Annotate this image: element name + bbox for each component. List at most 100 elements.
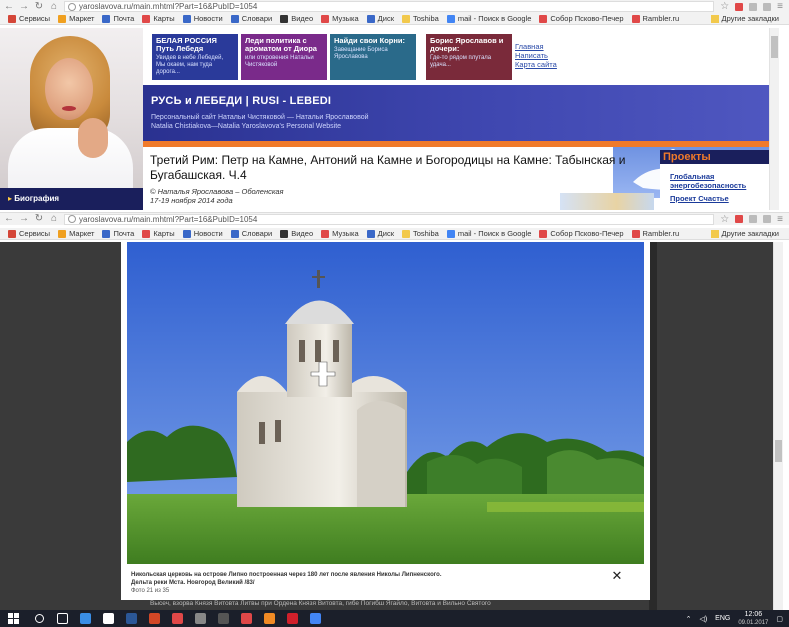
bookmark-item[interactable]: mail - Поиск в Google	[446, 14, 531, 23]
menu-icon[interactable]: ≡	[777, 214, 783, 225]
orange-divider	[143, 141, 769, 147]
store-icon-glyph	[102, 613, 114, 624]
bookmark-item[interactable]: Собор Псково-Печер	[539, 229, 624, 238]
network-icon[interactable]: ⌃	[686, 615, 692, 623]
other-bookmarks[interactable]: Другие закладки	[710, 14, 779, 23]
bookmark-item[interactable]: Словари	[230, 229, 272, 238]
word-icon[interactable]	[123, 610, 139, 627]
promo-tile-title: Борис Ярославов и дочери:	[430, 36, 504, 53]
language-indicator[interactable]: ENG	[715, 615, 730, 622]
promo-tile[interactable]: Найди свои Корни: Завещание Бориса Яросла…	[330, 34, 416, 80]
promo-tile[interactable]: Борис Ярославов и дочери: Где-то рядом пл…	[426, 34, 512, 80]
volume-icon[interactable]: ◁)	[699, 615, 707, 623]
top-links: Главная Написать Карта сайта	[515, 42, 557, 69]
scrollbar-thumb-top[interactable]	[771, 36, 778, 58]
address-text: yaroslavova.ru/main.mhtml?Part=16&PubID=…	[79, 214, 258, 224]
bookmark-item[interactable]: Новости	[182, 229, 223, 238]
menu-icon[interactable]: ≡	[777, 1, 783, 12]
scrollbar-top[interactable]	[769, 28, 779, 210]
bookmark-item[interactable]: Музыка	[321, 14, 359, 23]
bookmark-item[interactable]: Диск	[366, 229, 394, 238]
project-link-happiness[interactable]: Проект Счастье	[670, 194, 729, 203]
promo-tile[interactable]: Леди политика с ароматом от Диора или отк…	[241, 34, 327, 80]
extension-icon-2[interactable]	[749, 215, 758, 223]
extension-icon-2[interactable]	[749, 2, 758, 11]
extension-icon-3[interactable]	[763, 215, 772, 223]
bookmark-item[interactable]: Toshiba	[401, 14, 439, 23]
app-icon[interactable]	[192, 610, 208, 627]
top-link-home[interactable]: Главная	[515, 42, 557, 51]
map-thumbnail[interactable]	[560, 193, 654, 210]
bookmark-item[interactable]: Карты	[142, 229, 175, 238]
reload-icon[interactable]: ↻	[33, 1, 45, 13]
reload-icon[interactable]: ↻	[33, 213, 45, 225]
extension-icon[interactable]	[735, 2, 744, 11]
bookmark-item[interactable]: Toshiba	[401, 229, 439, 238]
home-icon[interactable]: ⌂	[48, 213, 60, 225]
yandex-icon[interactable]	[169, 610, 185, 627]
bookmark-item[interactable]: Сервисы	[8, 229, 50, 238]
clock[interactable]: 12:06 09.01.2017	[738, 611, 768, 627]
bookmark-item[interactable]: Карты	[142, 14, 175, 23]
promo-tile[interactable]: БЕЛАЯ РОССИЯ Путь Лебедя Увидев в небе Ле…	[152, 34, 238, 80]
project-link-energy[interactable]: Глобальная энергобезопасность	[670, 172, 765, 190]
bookmark-label: Новости	[193, 229, 223, 238]
bookmark-item[interactable]: Маркет	[58, 14, 94, 23]
bookmark-item[interactable]: Собор Псково-Печер	[539, 14, 624, 23]
biography-link[interactable]: Биография	[0, 188, 143, 210]
site-title: РУСЬ и ЛЕБЕДИ | RUSI - LEBEDI	[151, 95, 332, 107]
address-bar-2[interactable]: yaroslavova.ru/main.mhtml?Part=16&PubID=…	[64, 213, 715, 225]
bookmark-item[interactable]: Новости	[182, 14, 223, 23]
bookmark-item[interactable]: Почта	[102, 14, 134, 23]
bookmark-item[interactable]: Видео	[280, 14, 313, 23]
close-icon[interactable]: ✕	[611, 569, 623, 582]
bookmark-item[interactable]: Диск	[366, 14, 394, 23]
bookmark-item[interactable]: Rambler.ru	[631, 14, 679, 23]
store-icon[interactable]	[100, 610, 116, 627]
forward-icon[interactable]: →	[18, 213, 30, 225]
extension-icon[interactable]	[735, 215, 744, 223]
back-icon[interactable]: ←	[3, 1, 15, 13]
opera-icon-glyph	[286, 613, 298, 624]
app-icon-2[interactable]	[215, 610, 231, 627]
chrome-icon[interactable]	[307, 610, 323, 627]
news-icon	[182, 14, 191, 23]
yandex-browser-icon[interactable]	[238, 610, 254, 627]
yandex-browser-icon-glyph	[240, 613, 252, 624]
opera-icon[interactable]	[284, 610, 300, 627]
top-link-write[interactable]: Написать	[515, 51, 557, 60]
notifications-icon[interactable]: ▢	[776, 615, 783, 623]
top-link-sitemap[interactable]: Карта сайта	[515, 60, 557, 69]
video-icon	[280, 229, 289, 238]
bookmark-item[interactable]: Rambler.ru	[631, 229, 679, 238]
scrollbar-bottom[interactable]	[773, 242, 783, 610]
bookmark-item[interactable]: mail - Поиск в Google	[446, 229, 531, 238]
folder-icon	[710, 14, 719, 23]
bookmark-label: Toshiba	[412, 229, 439, 238]
map-pin-icon	[142, 14, 151, 23]
firefox-icon[interactable]	[261, 610, 277, 627]
promo-tile-title: Найди свои Корни:	[334, 36, 405, 45]
other-bookmarks[interactable]: Другие закладки	[710, 229, 779, 238]
bookmark-item[interactable]: Словари	[230, 14, 272, 23]
powerpoint-icon[interactable]	[146, 610, 162, 627]
bookmark-star-icon[interactable]: ☆	[720, 1, 729, 12]
start-icon[interactable]	[8, 613, 19, 624]
bookmark-item[interactable]: Видео	[280, 229, 313, 238]
task-view-icon[interactable]	[54, 610, 70, 627]
bookmark-item[interactable]: Музыка	[321, 229, 359, 238]
photo-lightbox: Никольская церковь на острове Липно пост…	[121, 242, 650, 600]
back-icon[interactable]: ←	[3, 213, 15, 225]
bookmark-item[interactable]: Маркет	[58, 229, 94, 238]
bookmark-star-icon[interactable]: ☆	[720, 214, 729, 225]
extension-icon-3[interactable]	[763, 2, 772, 11]
search-icon[interactable]	[31, 610, 47, 627]
scrollbar-thumb-bottom[interactable]	[775, 440, 782, 462]
bookmark-item[interactable]: Сервисы	[8, 14, 50, 23]
home-icon[interactable]: ⌂	[48, 1, 60, 13]
forward-icon[interactable]: →	[18, 1, 30, 13]
address-bar[interactable]: yaroslavova.ru/main.mhtml?Part=16&PubID=…	[64, 1, 715, 12]
bookmark-label: Сервисы	[19, 229, 51, 238]
bookmark-item[interactable]: Почта	[102, 229, 134, 238]
edge-icon[interactable]	[77, 610, 93, 627]
